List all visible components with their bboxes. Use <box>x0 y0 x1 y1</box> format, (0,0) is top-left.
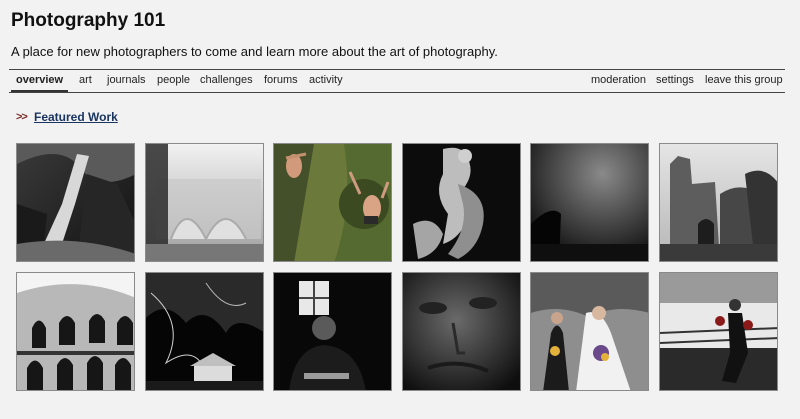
thumbnail-colosseum[interactable] <box>16 272 135 391</box>
tab-forums[interactable]: forums <box>264 74 298 86</box>
thumbnail-castle-ruin[interactable] <box>659 143 778 262</box>
nav-divider-bottom <box>9 92 785 93</box>
tab-art[interactable]: art <box>79 74 92 86</box>
double-arrow-icon: >> <box>16 111 28 123</box>
group-title: Photography 101 <box>11 10 166 31</box>
tab-challenges[interactable]: challenges <box>200 74 253 86</box>
thumbnail-wedding[interactable] <box>530 272 649 391</box>
tab-activity[interactable]: activity <box>309 74 343 86</box>
tab-people[interactable]: people <box>157 74 190 86</box>
featured-work-link[interactable]: Featured Work <box>34 110 118 124</box>
nav-divider-top <box>9 69 785 70</box>
thumbnail-boxing-gym[interactable] <box>659 272 778 391</box>
thumbnail-cliff-divers[interactable] <box>273 143 392 262</box>
thumbnail-face-closeup[interactable] <box>402 272 521 391</box>
thumbnail-waterfall[interactable] <box>16 143 135 262</box>
thumbnail-sculpture[interactable] <box>402 143 521 262</box>
tab-overview[interactable]: overview <box>16 74 63 86</box>
thumbnail-person-window[interactable] <box>273 272 392 391</box>
thumbnail-house-trees[interactable] <box>145 272 264 391</box>
tab-moderation[interactable]: moderation <box>591 74 646 86</box>
tab-settings[interactable]: settings <box>656 74 694 86</box>
thumbnail-dark-silhouette[interactable] <box>530 143 649 262</box>
group-description: A place for new photographers to come an… <box>11 44 498 59</box>
thumbnail-misty-bridge[interactable] <box>145 143 264 262</box>
tab-journals[interactable]: journals <box>107 74 146 86</box>
tab-leave-group[interactable]: leave this group <box>705 74 783 86</box>
